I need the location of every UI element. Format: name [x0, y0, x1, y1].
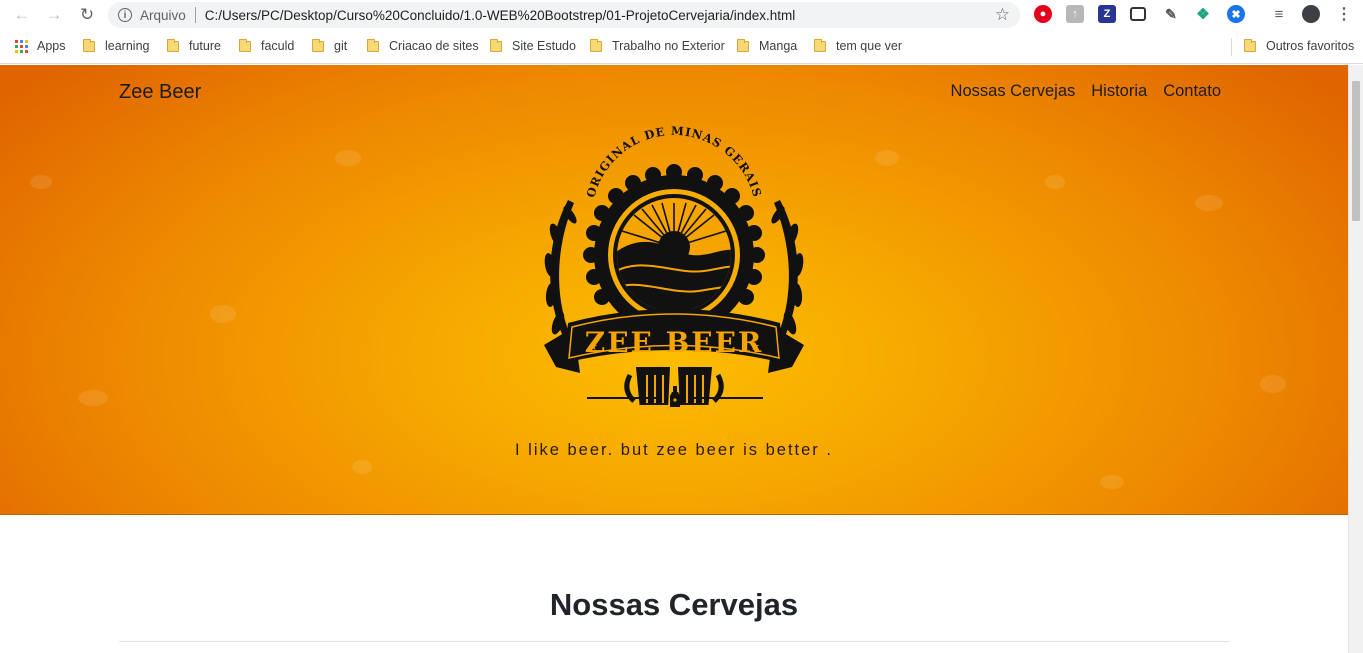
- folder-icon: [239, 38, 251, 52]
- forward-icon[interactable]: →: [43, 4, 65, 26]
- folder-icon: [490, 38, 502, 52]
- zotero-icon[interactable]: Z: [1098, 5, 1116, 23]
- bookmark-label: Site Estudo: [512, 39, 576, 53]
- main-nav: Nossas Cervejas Historia Contato: [951, 82, 1221, 101]
- apps-grid-icon: [15, 39, 28, 53]
- bookmark-folder[interactable]: tem que ver: [814, 38, 903, 53]
- info-icon[interactable]: i: [118, 8, 132, 22]
- bookmark-label: learning: [105, 39, 150, 53]
- bubble-decoration: [1100, 475, 1124, 489]
- bookmark-label: Manga: [759, 39, 798, 53]
- bookmarks-divider: [1231, 38, 1232, 56]
- media-queue-icon[interactable]: ≡: [1270, 5, 1288, 23]
- folder-icon: [737, 38, 749, 52]
- bookmark-apps[interactable]: Apps: [15, 39, 66, 53]
- bubble-decoration: [78, 390, 108, 406]
- folder-icon: [590, 38, 602, 52]
- hero-section: Zee Beer Nossas Cervejas Historia Contat…: [0, 65, 1348, 515]
- bookmark-label: future: [189, 39, 221, 53]
- bubble-decoration: [335, 150, 361, 166]
- bubble-decoration: [1260, 375, 1286, 393]
- logo-banner-text: ZEE BEER: [585, 326, 764, 359]
- adblock-icon[interactable]: ●: [1034, 5, 1052, 23]
- bookmark-label: faculd: [261, 39, 295, 53]
- url-text[interactable]: C:/Users/PC/Desktop/Curso%20Concluido/1.…: [205, 8, 796, 23]
- bookmark-label: Trabalho no Exterior: [612, 39, 725, 53]
- bookmark-label: git: [334, 39, 348, 53]
- bookmark-star-icon[interactable]: ☆: [995, 5, 1010, 25]
- nav-link-historia[interactable]: Historia: [1091, 82, 1147, 101]
- ribbon-banner-icon: ★ ★ ZEE BEER: [544, 309, 804, 373]
- section-title: Nossas Cervejas: [549, 587, 799, 622]
- folder-icon: [83, 38, 95, 52]
- bookmark-folder[interactable]: Criacao de sites: [367, 38, 479, 53]
- bubble-decoration: [210, 305, 236, 323]
- folder-icon: [1244, 38, 1256, 52]
- bookmark-folder[interactable]: Trabalho no Exterior: [590, 38, 725, 53]
- folder-icon: [312, 38, 324, 52]
- bottle-divider-icon: [587, 386, 763, 407]
- bookmark-folder[interactable]: learning: [83, 38, 150, 53]
- scheme-label: Arquivo: [140, 7, 186, 23]
- blue-extension-icon[interactable]: ✖: [1227, 5, 1245, 23]
- bubble-decoration: [352, 460, 372, 474]
- nav-link-contato[interactable]: Contato: [1163, 82, 1221, 101]
- screenshot-icon[interactable]: [1130, 7, 1146, 21]
- bookmark-label: Apps: [37, 39, 66, 53]
- zee-beer-logo: ORIGINAL DE MINAS GERAIS ★ ★ ZEE BEER: [534, 105, 814, 410]
- bubble-decoration: [1195, 195, 1223, 211]
- section-divider: [119, 641, 1229, 642]
- navbar-brand[interactable]: Zee Beer: [119, 81, 201, 104]
- reload-icon[interactable]: ↻: [76, 4, 98, 26]
- bookmark-folder[interactable]: faculd: [239, 38, 295, 53]
- folder-icon: [814, 38, 826, 52]
- browser-toolbar: ← → ↻ i Arquivo C:/Users/PC/Desktop/Curs…: [0, 0, 1363, 30]
- bookmark-label: tem que ver: [836, 39, 903, 53]
- extension-gray-icon[interactable]: ↑: [1066, 5, 1084, 23]
- bookmark-folder[interactable]: Site Estudo: [490, 38, 576, 53]
- bubble-decoration: [875, 150, 899, 166]
- green-extension-icon[interactable]: ❖: [1194, 5, 1212, 23]
- folder-icon: [167, 38, 179, 52]
- profile-avatar[interactable]: [1302, 5, 1320, 23]
- folder-icon: [367, 38, 379, 52]
- back-icon[interactable]: ←: [11, 4, 33, 26]
- bookmarks-bar: Apps learning future faculd git Criacao …: [0, 30, 1363, 64]
- bookmark-label: Outros favoritos: [1266, 39, 1355, 53]
- address-bar[interactable]: i Arquivo C:/Users/PC/Desktop/Curso%20Co…: [108, 2, 1020, 28]
- page-scrollbar[interactable]: [1348, 65, 1363, 653]
- nav-link-nossas-cervejas[interactable]: Nossas Cervejas: [951, 82, 1076, 101]
- page-viewport: Zee Beer Nossas Cervejas Historia Contat…: [0, 65, 1363, 653]
- bookmark-folder[interactable]: git: [312, 38, 348, 53]
- scrollbar-thumb[interactable]: [1352, 81, 1360, 221]
- bookmark-label: Criacao de sites: [389, 39, 479, 53]
- bookmark-folder[interactable]: future: [167, 38, 221, 53]
- bookmark-folder[interactable]: Manga: [737, 38, 798, 53]
- beer-badge-icon: ORIGINAL DE MINAS GERAIS ★ ★ ZEE BEER: [544, 124, 804, 410]
- bubble-decoration: [1045, 175, 1065, 189]
- hero-tagline: I like beer. but zee beer is better .: [515, 441, 833, 459]
- eyedropper-icon[interactable]: ✎: [1162, 5, 1180, 23]
- menu-kebab-icon[interactable]: ⋮: [1335, 5, 1353, 23]
- omnibox-separator: [194, 7, 196, 23]
- bookmark-other-favorites[interactable]: Outros favoritos: [1244, 38, 1355, 53]
- bubble-decoration: [30, 175, 52, 189]
